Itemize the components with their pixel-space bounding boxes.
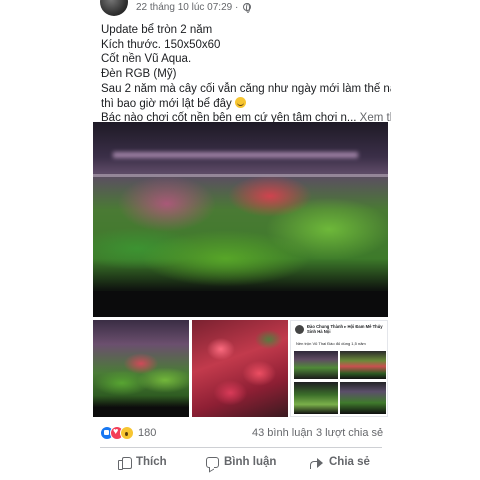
reaction-count[interactable]: 180	[138, 427, 156, 439]
shared-post-screenshot-thumb[interactable]: Đào Chung Thành ▸ Hội Đam Mê Thủy Sinh H…	[290, 320, 388, 417]
plant-closeup-photo-thumb[interactable]	[192, 320, 288, 417]
share-arrow-icon	[310, 457, 324, 469]
shared-post-avatar	[295, 325, 304, 334]
aquarium-photo-main[interactable]	[93, 122, 388, 317]
shared-post-image	[294, 351, 338, 379]
aquarium-light	[113, 152, 358, 158]
caption-line: Đèn RGB (Mỹ)	[101, 68, 177, 81]
divider	[100, 447, 382, 448]
post-stats: 180 43 bình luận 3 lượt chia sẻ	[100, 426, 383, 442]
share-button-label: Chia sẻ	[329, 456, 370, 468]
post-timestamp[interactable]: 22 tháng 10 lúc 07:29 ·	[136, 2, 238, 13]
caption-text: thì bao giờ mới lật bể đây	[101, 97, 232, 110]
shared-post-image	[340, 351, 386, 379]
grinning-face-icon	[234, 96, 246, 108]
post-meta: 22 tháng 10 lúc 07:29 ·	[136, 2, 252, 13]
share-count-link[interactable]: 3 lượt chia sẻ	[316, 427, 383, 439]
like-button-label: Thích	[136, 456, 167, 468]
speech-bubble-icon	[206, 456, 219, 468]
caption-line: Sau 2 năm mà cây cối vẫn căng như ngày m…	[101, 82, 391, 95]
comment-button[interactable]: Bình luận	[206, 450, 276, 474]
caption-line-emoji: thì bao giờ mới lật bể đây	[101, 96, 391, 112]
caption-line: Update bể tròn 2 năm	[101, 24, 213, 36]
aquarium-photo-thumb[interactable]	[93, 320, 189, 417]
shared-post-image	[294, 382, 338, 414]
post-actions: Thích Bình luận Chia sẻ	[100, 450, 382, 474]
wow-icon	[120, 426, 134, 440]
caption-line: Cốt nền Vũ Aqua.	[101, 53, 192, 66]
comment-button-label: Bình luận	[224, 456, 277, 468]
share-button[interactable]: Chia sẻ	[310, 450, 370, 474]
aquarium-glass-edge	[93, 174, 388, 177]
like-button[interactable]: Thích	[118, 450, 167, 474]
shared-post-name: Đào Chung Thành ▸ Hội Đam Mê Thủy Sinh H…	[307, 324, 383, 334]
globe-icon	[243, 3, 252, 13]
post-caption: Update bể tròn 2 năm Kích thước. 150x50x…	[101, 23, 391, 126]
aquarium-cabinet	[93, 291, 388, 317]
shared-post-text: Nền trộn Vũ Thai Đào đủ dùng 1,5 năm	[296, 341, 366, 346]
shared-post-image	[340, 382, 386, 414]
comment-count-link[interactable]: 43 bình luận	[252, 427, 313, 439]
author-avatar[interactable]	[100, 0, 128, 16]
facebook-post: 22 tháng 10 lúc 07:29 · Update bể tròn 2…	[0, 0, 480, 480]
caption-line: Kích thước. 150x50x60	[101, 38, 221, 51]
thumbs-up-icon	[118, 456, 132, 470]
